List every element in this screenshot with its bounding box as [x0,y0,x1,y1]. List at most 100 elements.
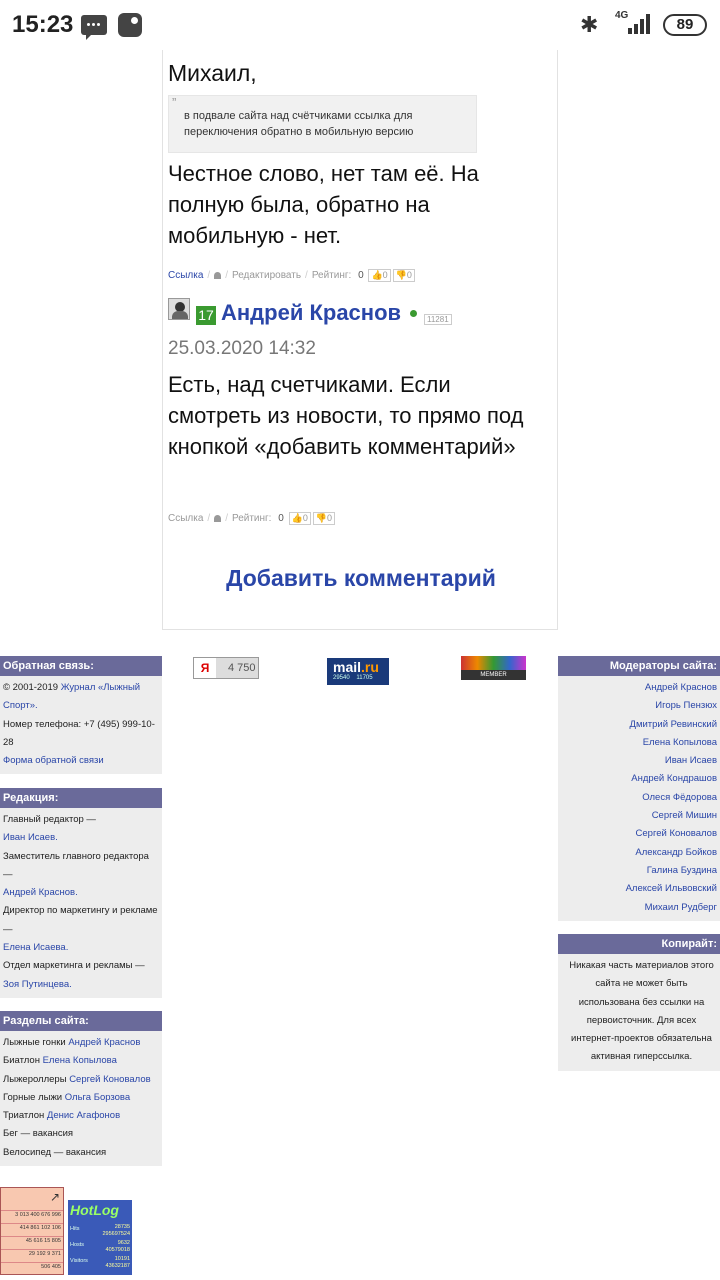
network-type: 4G [615,10,629,21]
member-badge[interactable]: MEMBER [461,656,526,680]
chief-link[interactable]: Иван Исаев. [3,832,58,843]
yandex-logo: Я [194,658,216,678]
vote-down-button[interactable]: 👎0 [392,269,415,282]
copyright-text: Никакая часть материалов этого сайта не … [569,960,714,1063]
quote-icon: ” [172,95,177,110]
section-item: Горные лыжи Ольга Борзова [3,1091,131,1103]
avatar[interactable] [168,298,190,320]
comment-quote: ” в подвале сайта над счётчиками ссылка … [168,95,477,153]
phone-text: Номер телефона: +7 (495) 999-10-28 [3,718,155,748]
rating-label: Рейтинг: [231,513,272,524]
status-time: 15:23 [12,11,74,38]
comment-link[interactable]: Ссылка [168,270,203,281]
user-id-badge: 11281 [424,314,452,325]
member-logo [461,656,526,670]
thumb-down-icon: 👎 [315,513,328,523]
moderator-link[interactable]: Александр Бойков [561,844,717,862]
comment-text: Есть, над счетчиками. Если смотреть из н… [168,372,524,459]
moderators-box: Модераторы сайта: Андрей Краснов Игорь Пе… [558,656,720,921]
author-name-link[interactable]: Андрей Краснов [221,300,401,326]
rating-label: Рейтинг: [311,270,352,281]
comments-panel: Михаил, ” в подвале сайта над счётчиками… [162,50,558,630]
yandex-counter-badge[interactable]: Я 4 750 [193,657,259,679]
section-person-link[interactable]: Денис Агафонов [47,1110,120,1121]
editorial-box: Редакция: Главный редактор — Иван Исаев.… [0,788,162,998]
mailru-counter-badge[interactable]: mail.ru 29540 11705 [327,658,389,685]
bluetooth-icon: ✱ [580,12,599,37]
vote-down-button[interactable]: 👎0 [312,512,336,525]
hotlog-counter-badge[interactable]: HotLog Hits 28735 295697524 Hosts 9632 40579… [68,1200,132,1275]
section-item: Лыжные гонки Андрей Краснов [3,1037,141,1048]
comment-meta: Ссылка / / Рейтинг: 0 👍0 👎0 [168,512,336,525]
edit-link[interactable]: Редактировать [232,270,301,281]
member-label: MEMBER [480,672,507,678]
moderator-link[interactable]: Елена Копылова [561,734,717,752]
moderator-link[interactable]: Дмитрий Ревинский [561,716,717,734]
deputy-label: Заместитель главного редактора — [3,850,149,880]
moderator-link[interactable]: Игорь Пензюх [561,697,717,715]
status-bar: 15:23 ✱ 4G 89 [0,0,720,50]
moderator-link[interactable]: Андрей Кондрашов [561,770,717,788]
sections-box: Разделы сайта: Лыжные гонки Андрей Красн… [0,1011,162,1167]
counter-row: 506 405 [1,1262,63,1275]
dept-link[interactable]: Зоя Путинцева. [3,979,72,990]
vote-up-button[interactable]: 👍0 [368,269,391,282]
battery-icon: 89 [663,14,707,36]
moderator-link[interactable]: Андрей Краснов [561,679,717,697]
section-person-link[interactable]: Елена Копылова [43,1055,117,1066]
copyright-box: Копирайт: Никакая часть материалов этого… [558,934,720,1071]
quote-text: в подвале сайта над счётчиками ссылка дл… [184,110,414,138]
liveinternet-counter-badge[interactable]: ↗ 3 013 400 676 996 414 861 102 106 45 616… [0,1187,64,1275]
chief-label: Главный редактор — [3,814,96,825]
counter-row: 45 616 15 805 [1,1236,63,1249]
section-item: Велосипед — вакансия [3,1146,107,1158]
moderator-link[interactable]: Сергей Мишин [561,807,717,825]
deputy-link[interactable]: Андрей Краснов. [3,887,78,898]
counter-row: 3 013 400 676 996 [1,1210,63,1223]
rating-value: 0 [358,270,364,281]
sections-title: Разделы сайта: [0,1011,162,1031]
feedback-form-link[interactable]: Форма обратной связи [3,755,104,766]
section-person-link[interactable]: Андрей Краснов [68,1037,140,1048]
signal-icon [628,14,652,34]
app-notification-icon [118,13,142,37]
moderator-link[interactable]: Алексей Ильвовский [561,880,717,898]
bell-icon[interactable] [214,514,222,522]
copyright-years: © 2001-2019 [3,682,59,693]
comment-date: 25.03.2020 14:32 [168,338,316,359]
thumb-up-icon: 👍 [291,513,303,523]
moderator-link[interactable]: Михаил Рудберг [561,899,717,917]
section-item: Триатлон Денис Агафонов [3,1110,121,1122]
moderator-link[interactable]: Олеся Фёдорова [561,789,717,807]
user-level-badge: 17 [196,306,216,325]
arrow-icon: ↗ [49,1190,60,1204]
marketing-label: Директор по маркетингу и рекламе — [3,905,158,935]
counter-row: 414 861 102 106 [1,1223,63,1236]
vote-up-button[interactable]: 👍0 [288,512,311,525]
section-person-link[interactable]: Сергей Коновалов [69,1074,150,1085]
section-item: Лыжероллеры Сергей Коновалов [3,1073,151,1085]
moderator-link[interactable]: Сергей Коновалов [561,825,717,843]
comment-meta: Ссылка / / Редактировать / Рейтинг: 0 👍0 👎0 [168,269,415,282]
moderators-title: Модераторы сайта: [558,656,720,676]
moderator-link[interactable]: Иван Исаев [561,752,717,770]
dept-label: Отдел маркетинга и рекламы — [3,960,145,972]
yandex-value: 4 750 [228,662,256,674]
counter-row: 29 192 9 371 [1,1249,63,1262]
moderator-link[interactable]: Галина Буздина [561,862,717,880]
bell-icon[interactable] [214,271,222,279]
comment-addressee: Михаил, [168,60,257,86]
section-person-link[interactable]: Ольга Борзова [65,1092,130,1103]
thumb-down-icon: 👎 [395,270,407,280]
add-comment-button[interactable]: Добавить комментарий [163,565,559,592]
marketing-link[interactable]: Елена Исаева. [3,942,68,953]
thumb-up-icon: 👍 [371,270,383,280]
rating-value: 0 [278,513,284,524]
comment-link[interactable]: Ссылка [168,513,203,524]
message-icon [81,15,107,40]
feedback-title: Обратная связь: [0,656,162,676]
mailru-logo: mail [333,659,362,675]
section-item: Биатлон Елена Копылова [3,1055,117,1067]
feedback-box: Обратная связь: © 2001-2019 Журнал «Лыжн… [0,656,162,775]
online-status-icon [410,310,417,317]
